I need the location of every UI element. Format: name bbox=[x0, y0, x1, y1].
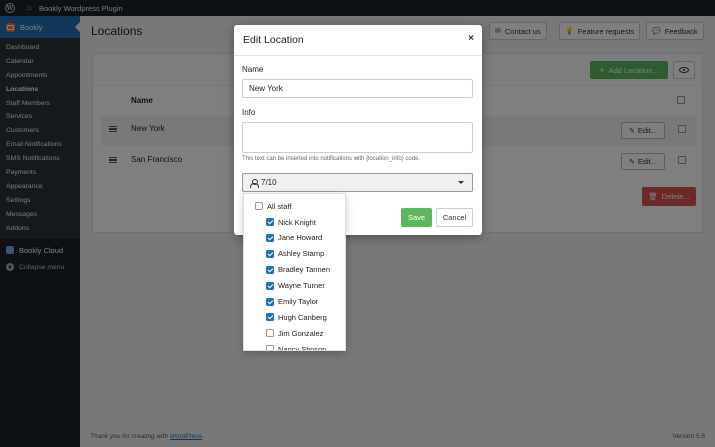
staff-checkbox[interactable] bbox=[266, 265, 274, 274]
save-button[interactable]: Save bbox=[401, 208, 432, 227]
all-staff-option[interactable]: All staff bbox=[255, 199, 291, 213]
close-icon[interactable]: × bbox=[468, 33, 474, 44]
staff-name: Wayne Turner bbox=[278, 281, 325, 291]
staff-checkbox[interactable] bbox=[266, 345, 274, 350]
staff-option[interactable]: Hugh Canberg bbox=[266, 310, 327, 324]
staff-checkbox[interactable] bbox=[266, 233, 274, 242]
name-input[interactable]: New York bbox=[242, 79, 473, 98]
staff-count: 7/10 bbox=[261, 178, 277, 187]
staff-option[interactable]: Nick Knight bbox=[266, 215, 316, 229]
staff-name: Jane Howard bbox=[278, 233, 323, 243]
cancel-button[interactable]: Cancel bbox=[436, 208, 473, 227]
staff-checkbox[interactable] bbox=[266, 297, 274, 306]
all-staff-label: All staff bbox=[267, 201, 292, 211]
staff-option[interactable]: Ashley Stamp bbox=[266, 247, 324, 261]
staff-name: Hugh Canberg bbox=[278, 312, 327, 322]
staff-name: Bradley Tannen bbox=[278, 265, 330, 275]
staff-name: Ashley Stamp bbox=[278, 249, 325, 259]
staff-dropdown-menu: All staff Nick Knight Jane Howard Ashley S… bbox=[243, 193, 346, 351]
staff-option[interactable]: Jim Gonzalez bbox=[266, 326, 323, 340]
caret-down-icon bbox=[458, 181, 464, 184]
user-icon bbox=[250, 178, 259, 188]
staff-checkbox[interactable] bbox=[266, 218, 274, 226]
staff-option[interactable]: Jane Howard bbox=[266, 231, 322, 245]
staff-name: Jim Gonzalez bbox=[278, 328, 324, 338]
staff-option[interactable]: Nancy Stinson bbox=[266, 342, 327, 351]
staff-option[interactable]: Bradley Tannen bbox=[266, 263, 330, 277]
staff-checkbox[interactable] bbox=[266, 281, 274, 290]
info-label: Info bbox=[242, 108, 256, 117]
staff-option[interactable]: Wayne Turner bbox=[266, 279, 325, 293]
staff-checkbox[interactable] bbox=[266, 329, 274, 338]
info-help-text: This text can be inserted into notificat… bbox=[242, 156, 421, 162]
modal-header: Edit Location × bbox=[234, 25, 482, 56]
name-label: Name bbox=[242, 65, 264, 74]
staff-checkbox[interactable] bbox=[266, 313, 274, 322]
staff-name: Emily Taylor bbox=[278, 297, 319, 306]
staff-name: Nancy Stinson bbox=[278, 344, 327, 351]
all-staff-checkbox[interactable] bbox=[255, 202, 263, 210]
staff-checkbox[interactable] bbox=[266, 249, 274, 258]
info-textarea[interactable] bbox=[242, 122, 473, 153]
modal-title: Edit Location bbox=[243, 34, 304, 46]
staff-name: Nick Knight bbox=[278, 217, 316, 227]
staff-option[interactable]: Emily Taylor bbox=[266, 295, 318, 309]
staff-select[interactable]: 7/10 bbox=[242, 173, 473, 192]
